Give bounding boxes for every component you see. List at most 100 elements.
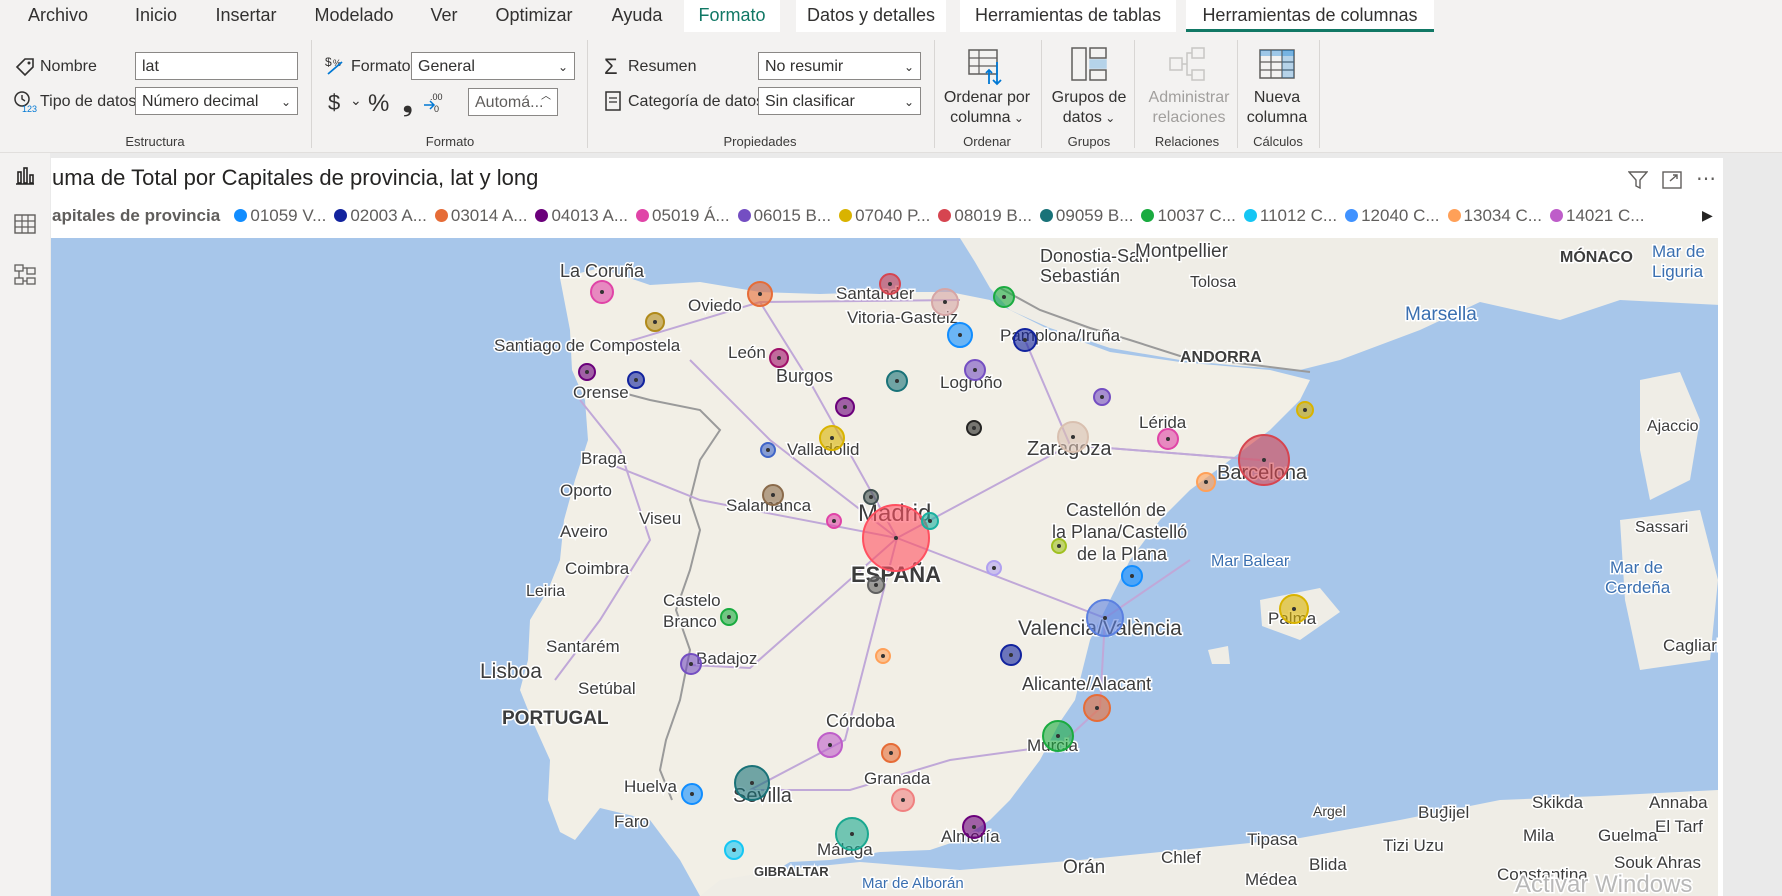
tab-inicio[interactable]: Inicio bbox=[116, 0, 196, 32]
legend-item[interactable]: 04013 A... bbox=[535, 206, 628, 226]
legend-item[interactable]: 13034 C... bbox=[1447, 206, 1542, 226]
administrar-relaciones-button[interactable]: Administrar relaciones bbox=[1139, 88, 1239, 128]
manage-relationships-icon bbox=[1169, 47, 1205, 81]
map-label: Ajaccio bbox=[1647, 418, 1699, 435]
map-bubble-center bbox=[690, 792, 694, 796]
tab-datos-y-detalles[interactable]: Datos y detalles bbox=[796, 0, 946, 32]
map-label: Mar de Alborán bbox=[862, 875, 964, 892]
tipo-de-datos-select[interactable]: Número decimal ⌄ bbox=[135, 87, 298, 115]
nueva-columna-button[interactable]: Nueva columna bbox=[1237, 88, 1317, 128]
decimal-places-stepper[interactable]: Automá... ︿ bbox=[468, 88, 558, 116]
group-separator bbox=[1041, 40, 1042, 148]
map-label: León bbox=[728, 343, 766, 362]
tab-insertar[interactable]: Insertar bbox=[206, 0, 286, 32]
model-view-icon[interactable] bbox=[14, 264, 36, 286]
tab-modelado[interactable]: Modelado bbox=[304, 0, 404, 32]
legend-dot bbox=[1447, 209, 1461, 222]
tipo-de-datos-label: Tipo de datos bbox=[40, 93, 137, 110]
map-bubble-center bbox=[1292, 607, 1296, 611]
map-area[interactable]: La Coruña Oviedo Santander Donostia-San Seba… bbox=[51, 238, 1718, 896]
decimal-places-icon[interactable]: .00 0 bbox=[422, 90, 448, 116]
map-label: Huelva bbox=[624, 777, 677, 796]
map-label: La Coruña bbox=[560, 261, 645, 281]
filter-icon[interactable] bbox=[1628, 171, 1648, 189]
ordenar-line1: Ordenar por bbox=[943, 89, 1031, 106]
grupos-de-datos-button[interactable]: Grupos de datos ⌄ bbox=[1044, 88, 1134, 128]
tab-herramientas-de-columnas[interactable]: Herramientas de columnas bbox=[1186, 0, 1434, 32]
percent-button[interactable]: % bbox=[368, 90, 389, 118]
thousands-separator-button[interactable]: ❟ bbox=[403, 90, 412, 118]
map-bubble-center bbox=[973, 368, 977, 372]
map-bubble-center bbox=[1130, 574, 1134, 578]
legend-item[interactable]: 05019 Á... bbox=[636, 206, 730, 226]
map-label: Orán bbox=[1063, 857, 1105, 878]
legend-label: 07040 P... bbox=[855, 206, 931, 225]
tab-ver[interactable]: Ver bbox=[422, 0, 466, 32]
legend-label: 11012 C... bbox=[1259, 206, 1338, 225]
legend-item[interactable]: 14021 C... bbox=[1549, 206, 1644, 226]
chevron-down-icon[interactable]: ⌄ bbox=[350, 92, 362, 109]
formato-select[interactable]: General ⌄ bbox=[411, 52, 575, 80]
tab-optimizar[interactable]: Optimizar bbox=[486, 0, 582, 32]
legend-item[interactable]: 07040 P... bbox=[839, 206, 930, 226]
group-title-calculos: Cálculos bbox=[1253, 134, 1303, 149]
focus-mode-icon[interactable] bbox=[1662, 171, 1682, 189]
legend-label: 01059 V... bbox=[250, 206, 327, 225]
legend-label: 09059 B... bbox=[1055, 206, 1134, 225]
legend-item[interactable]: 03014 A... bbox=[434, 206, 527, 226]
chevron-up-icon[interactable]: ︿ bbox=[541, 91, 551, 103]
table-view-icon[interactable] bbox=[14, 214, 36, 234]
tab-formato[interactable]: Formato bbox=[684, 0, 780, 32]
legend-item[interactable]: 06015 B... bbox=[737, 206, 832, 226]
legend-dot bbox=[737, 209, 751, 222]
group-separator bbox=[311, 40, 312, 148]
legend-label: 06015 B... bbox=[753, 206, 832, 225]
map-bubble-center bbox=[830, 436, 834, 440]
tab-ayuda[interactable]: Ayuda bbox=[600, 0, 674, 32]
map-bubble-center bbox=[758, 292, 762, 296]
map-bubble-center bbox=[832, 519, 836, 523]
resumen-select[interactable]: No resumir ⌄ bbox=[758, 52, 921, 80]
legend-item[interactable]: 12040 C... bbox=[1345, 206, 1440, 226]
map-bubble-center bbox=[1103, 616, 1107, 620]
tag-icon bbox=[15, 58, 34, 77]
legend-next-arrow-icon[interactable]: ▶ bbox=[1702, 207, 1713, 224]
map-bubble-center bbox=[1009, 653, 1013, 657]
categoria-select[interactable]: Sin clasificar ⌄ bbox=[758, 87, 921, 115]
map-bubble-center bbox=[1100, 395, 1104, 399]
legend-dot bbox=[234, 209, 248, 222]
more-options-icon[interactable]: ⋯ bbox=[1696, 166, 1716, 191]
map-label: Córdoba bbox=[826, 711, 896, 731]
map-label: Lérida bbox=[1139, 413, 1187, 432]
legend-dot bbox=[1141, 209, 1155, 222]
legend-item[interactable]: 11012 C... bbox=[1243, 206, 1338, 226]
formato-value: General bbox=[418, 58, 475, 75]
tab-herramientas-de-tablas[interactable]: Herramientas de tablas bbox=[960, 0, 1176, 32]
legend-item[interactable]: 10037 C... bbox=[1141, 206, 1236, 226]
legend-item[interactable]: 08019 B... bbox=[938, 206, 1032, 226]
map-bubble-center bbox=[689, 662, 693, 666]
tab-archivo[interactable]: Archivo bbox=[10, 0, 106, 32]
map-bubble-center bbox=[1002, 295, 1006, 299]
map-label: Mar de bbox=[1610, 558, 1663, 577]
map-label: Santander bbox=[836, 284, 915, 303]
legend-item[interactable]: 02003 A... bbox=[334, 206, 427, 226]
ordenar-por-columna-button[interactable]: Ordenar por columna ⌄ bbox=[942, 88, 1032, 128]
nombre-input[interactable]: lat bbox=[135, 52, 298, 80]
map-label: Burgos bbox=[776, 366, 833, 386]
map-bubble-center bbox=[771, 493, 775, 497]
map-bubble-center bbox=[1303, 408, 1307, 412]
svg-text:0: 0 bbox=[434, 104, 439, 114]
map-label: PORTUGAL bbox=[502, 708, 609, 729]
map-label: Oporto bbox=[560, 481, 612, 500]
legend-title: apitales de provincia bbox=[52, 206, 221, 225]
map-label: Santarém bbox=[546, 637, 620, 656]
svg-text:$: $ bbox=[325, 55, 332, 69]
report-view-icon[interactable] bbox=[14, 166, 36, 186]
map-label: Souk Ahras bbox=[1614, 853, 1701, 872]
new-column-icon bbox=[1259, 49, 1295, 79]
currency-button[interactable]: $ bbox=[328, 90, 340, 116]
legend-item[interactable]: 01059 V... bbox=[234, 206, 326, 226]
legend-item[interactable]: 09059 B... bbox=[1039, 206, 1134, 226]
categoria-value: Sin clasificar bbox=[765, 93, 855, 110]
